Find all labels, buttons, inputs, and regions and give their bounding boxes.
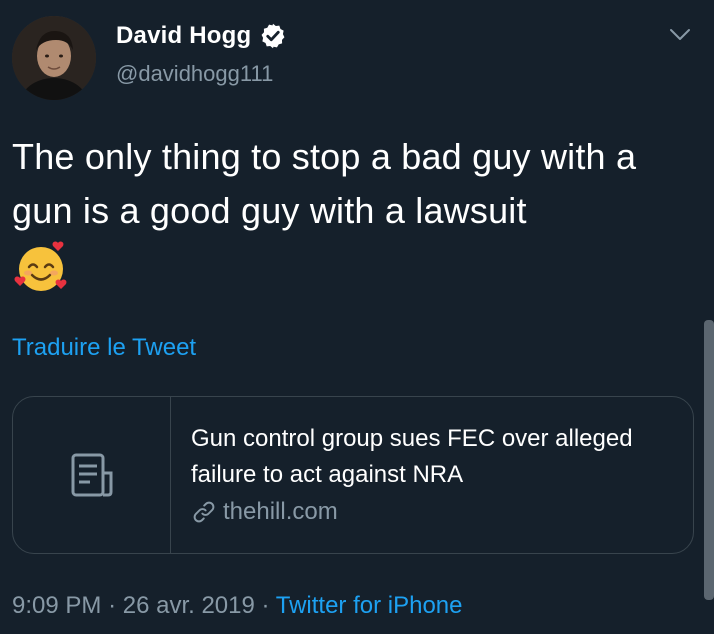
translate-tweet-link[interactable]: Traduire le Tweet (12, 334, 196, 362)
tweet-source-link[interactable]: Twitter for iPhone (276, 592, 463, 619)
link-icon (193, 501, 215, 523)
chevron-down-icon[interactable] (668, 26, 692, 44)
article-icon (71, 453, 112, 497)
author-display-name[interactable]: David Hogg (116, 22, 251, 50)
meta-separator: · (108, 592, 117, 619)
card-domain: thehill.com (191, 498, 338, 526)
meta-separator: · (261, 592, 270, 619)
tweet-text: The only thing to stop a bad guy with a … (12, 136, 637, 231)
tweet-time: 9:09 PM (12, 592, 102, 619)
author-handle[interactable]: @davidhogg111 (116, 61, 273, 87)
avatar[interactable] (12, 16, 96, 100)
card-domain-text: thehill.com (223, 498, 338, 525)
smiling-face-with-hearts-icon (14, 241, 67, 291)
tweet: David Hogg @davidhogg111 The only thing … (0, 0, 714, 634)
author-name-row[interactable]: David Hogg (116, 22, 287, 50)
card-thumbnail (13, 397, 171, 553)
card-title: Gun control group sues FEC over alleged … (191, 425, 633, 488)
scrollbar[interactable] (704, 320, 714, 600)
verified-badge-icon (261, 23, 285, 49)
tweet-metadata: 9:09 PM · 26 avr. 2019 · Twitter for iPh… (12, 592, 463, 620)
tweet-date[interactable]: 26 avr. 2019 (123, 592, 255, 619)
link-preview-card[interactable]: Gun control group sues FEC over alleged … (12, 396, 694, 554)
avatar-photo (12, 16, 96, 100)
